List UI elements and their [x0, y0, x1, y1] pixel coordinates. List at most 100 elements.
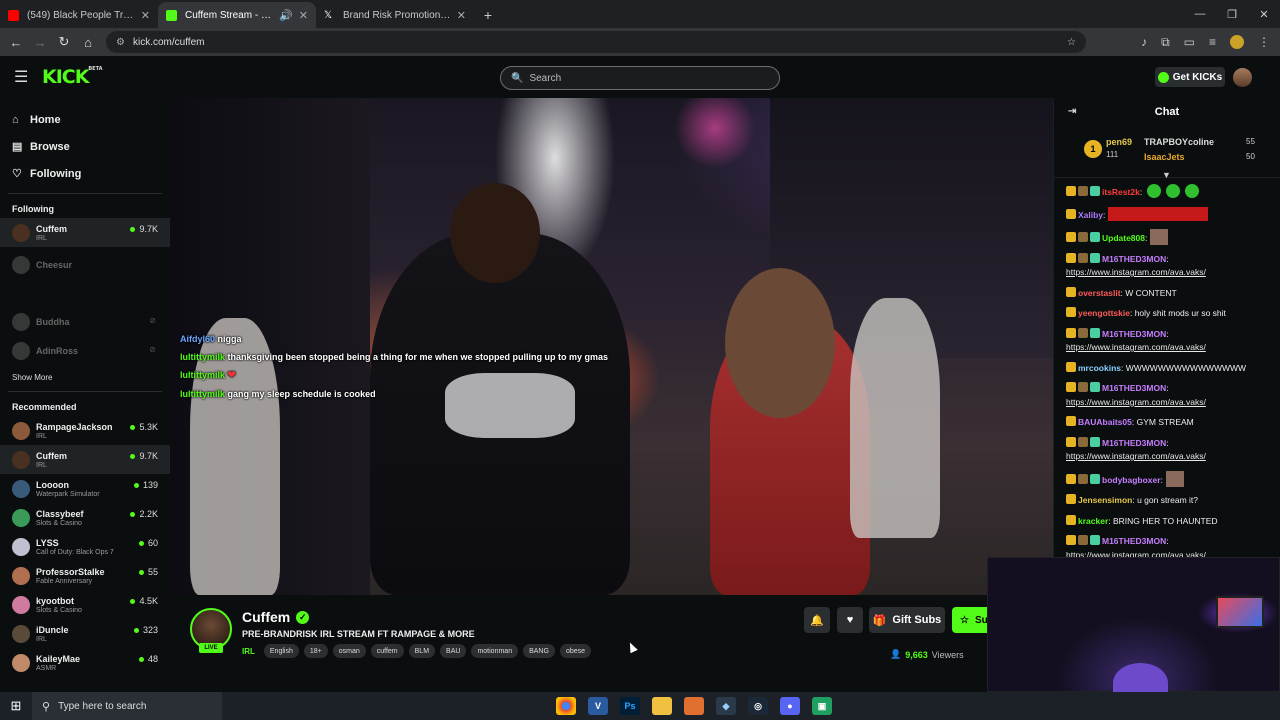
tag-pill[interactable]: osman [332, 644, 366, 658]
app-icon[interactable]: ◆ [716, 697, 736, 715]
gift-subs-button[interactable]: 🎁 Gift Subs [869, 607, 945, 633]
home-page-icon[interactable]: ⌂ [76, 35, 100, 50]
recommended-channel[interactable]: Loooon Waterpark Simulator 139 [0, 474, 170, 503]
close-icon[interactable]: ✕ [457, 9, 466, 22]
collapse-chat-icon[interactable]: ⇥ [1068, 106, 1076, 117]
leader-name[interactable]: pen69 [1106, 137, 1132, 147]
tag-pill[interactable]: 18+ [303, 644, 328, 658]
subscribe-button[interactable]: ☆ Su [952, 607, 992, 633]
browser-tab-3[interactable]: 𝕏 Brand Risk Promotions (@Brand ✕ [316, 2, 474, 28]
video-player[interactable]: Aifdyl60 nigga lultittymilk thanksgiving … [170, 98, 1053, 595]
kick-logo[interactable]: KICK BETA [42, 66, 102, 88]
photoshop-icon[interactable]: Ps [620, 697, 640, 715]
menu-icon[interactable]: ⋮ [1258, 35, 1270, 50]
sidebar-item-following[interactable]: ♡ Following [0, 160, 170, 187]
chat-username[interactable]: bodybagboxer [1102, 475, 1161, 485]
back-icon[interactable]: ← [4, 35, 28, 50]
chat-link[interactable]: https://www.instagram.com/ava.vaks/ [1066, 342, 1206, 352]
steam-icon[interactable]: ◎ [748, 697, 768, 715]
hamburger-menu-icon[interactable]: ☰ [14, 67, 36, 87]
cast-icon[interactable]: ▭ [1184, 35, 1195, 50]
chat-username[interactable]: M16THED3MON [1102, 254, 1166, 264]
file-explorer-icon[interactable] [652, 697, 672, 715]
profile-avatar[interactable] [1230, 34, 1244, 49]
chat-username[interactable]: M16THED3MON [1102, 383, 1166, 393]
notification-bell-button[interactable]: 🔔 [804, 607, 830, 633]
chat-username[interactable]: mrcookins [1078, 363, 1121, 373]
visual-studio-icon[interactable]: V [588, 697, 608, 715]
show-more-link[interactable]: Show More [0, 369, 170, 385]
chat-username[interactable]: M16THED3MON [1102, 329, 1166, 339]
recommended-channel[interactable]: iDuncle IRL 323 [0, 619, 170, 648]
recommended-channel[interactable]: kyootbot Slots & Casino 4.5K [0, 590, 170, 619]
chat-link[interactable]: https://www.instagram.com/ava.vaks/ [1066, 267, 1206, 277]
discord-icon[interactable]: ● [780, 697, 800, 715]
following-channel-adinross[interactable]: AdinRoss ⊘ [0, 336, 170, 365]
extensions-icon[interactable]: ⧉ [1161, 35, 1170, 50]
forward-icon[interactable]: → [28, 35, 52, 50]
chat-username[interactable]: overstaslit [1078, 288, 1121, 298]
following-channel[interactable]: Cheesur [0, 247, 170, 283]
following-channel[interactable] [0, 283, 170, 307]
restore-icon[interactable]: ❐ [1216, 0, 1248, 28]
expand-icon[interactable]: ▼ [1162, 170, 1171, 180]
emote-image [1165, 470, 1184, 487]
url-field[interactable]: ⚙ kick.com/cuffem ☆ [106, 31, 1086, 53]
recommended-channel[interactable]: LYSS Call of Duty: Black Ops 7 60 [0, 532, 170, 561]
sidebar-item-browse[interactable]: ▤ Browse [0, 133, 170, 160]
reading-list-icon[interactable]: ≡ [1209, 35, 1216, 50]
chat-username[interactable]: M16THED3MON [1102, 536, 1166, 546]
leader-name[interactable]: TRAPBOYcoline [1144, 137, 1214, 147]
chat-username[interactable]: Jensensimon [1078, 495, 1132, 505]
chrome-icon[interactable] [556, 697, 576, 715]
new-tab-button[interactable]: + [474, 2, 502, 28]
chat-username[interactable]: Xaliby [1078, 210, 1103, 220]
browser-tab-2[interactable]: Cuffem Stream - Watch Live 🔊 ✕ [158, 2, 316, 28]
minimize-icon[interactable]: — [1184, 0, 1216, 28]
chat-link[interactable]: https://www.instagram.com/ava.vaks/ [1066, 451, 1206, 461]
bookmark-star-icon[interactable]: ☆ [1067, 37, 1076, 48]
tag-pill[interactable]: BAU [440, 644, 467, 658]
recommended-channel[interactable]: ProfessorStalke Fable Anniversary 55 [0, 561, 170, 590]
user-avatar[interactable] [1233, 68, 1252, 87]
recommended-channel[interactable]: RampageJackson IRL 5.3K [0, 416, 170, 445]
app-icon[interactable]: ▣ [812, 697, 832, 715]
search-input[interactable]: 🔍 Search [500, 66, 780, 90]
reload-icon[interactable]: ↻ [52, 34, 76, 50]
speaker-icon[interactable]: 🔊 [279, 9, 293, 22]
overlay-text: nigga [217, 334, 242, 344]
close-icon[interactable]: ✕ [299, 9, 308, 22]
taskbar-search-input[interactable]: ⚲ Type here to search [32, 692, 222, 720]
streamer-name[interactable]: Cuffem [242, 609, 290, 625]
tag-pill[interactable]: obese [559, 644, 592, 658]
chat-username[interactable]: yeengottskie [1078, 308, 1130, 318]
sidebar-item-home[interactable]: ⌂ Home [0, 106, 170, 133]
category-link[interactable]: IRL [242, 647, 255, 656]
recommended-channel[interactable]: Classybeef Slots & Casino 2.2K [0, 503, 170, 532]
tag-pill[interactable]: cuffem [370, 644, 404, 658]
browser-tab-1[interactable]: (549) Black People Try Each Oth ✕ [0, 2, 158, 28]
media-icon[interactable]: ♪ [1141, 35, 1147, 50]
chat-link[interactable]: https://www.instagram.com/ava.vaks/ [1066, 397, 1206, 407]
recommended-channel[interactable]: Cuffem IRL 9.7K [0, 445, 170, 474]
site-info-icon[interactable]: ⚙ [116, 37, 125, 48]
close-icon[interactable]: ✕ [141, 9, 150, 22]
get-kicks-button[interactable]: Get KICKs [1155, 67, 1225, 87]
recommended-channel[interactable]: KaileyMae ASMR 48 [0, 648, 170, 677]
chat-username[interactable]: kracker [1078, 516, 1108, 526]
leader-name[interactable]: IsaacJets [1144, 152, 1185, 162]
tag-pill[interactable]: English [263, 644, 299, 658]
tag-pill[interactable]: BLM [408, 644, 436, 658]
follow-heart-button[interactable]: ♥ [837, 607, 863, 633]
windows-start-icon[interactable]: ⊞ [0, 698, 32, 714]
chat-username[interactable]: BAUAbaits05 [1078, 417, 1132, 427]
chat-username[interactable]: Update808 [1102, 233, 1145, 243]
chat-username[interactable]: itsRest2k [1102, 187, 1140, 197]
app-icon[interactable] [684, 697, 704, 715]
tag-pill[interactable]: BANG [523, 644, 555, 658]
tag-pill[interactable]: motionman [471, 644, 519, 658]
close-window-icon[interactable]: ✕ [1248, 0, 1280, 28]
following-channel-cuffem[interactable]: Cuffem IRL 9.7K [0, 218, 170, 247]
chat-username[interactable]: M16THED3MON [1102, 438, 1166, 448]
following-channel-buddha[interactable]: Buddha ⊘ [0, 307, 170, 336]
